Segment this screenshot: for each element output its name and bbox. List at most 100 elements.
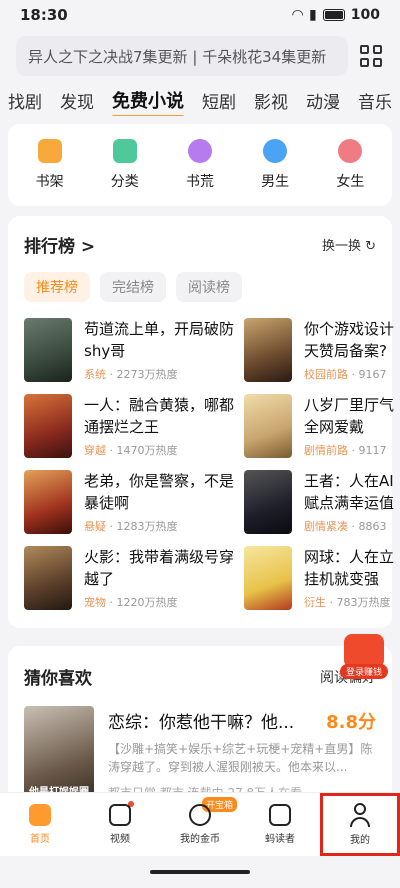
ranking-book[interactable]: 一人：融合黄猿，哪都通摆烂之王 穿越 · 1470万热度 [24, 394, 244, 458]
book-meta: 系统 · 2273万热度 [84, 368, 178, 381]
guess-card: 猜你喜欢 阅读偏好 他是打娱娱圈 恋综：你惹他干嘛？他... 8.8分 【沙雕+… [8, 646, 392, 806]
clock-icon [269, 804, 291, 826]
red-packet-button[interactable]: 登录赚钱 [340, 634, 388, 684]
top-tabs: 找剧 发现 免费小说 短剧 影视 动漫 音乐 听 [0, 84, 400, 116]
person-icon [349, 803, 371, 827]
book-meta: 校园前路 · 9167 [304, 368, 387, 381]
book-meta: 穿越 · 1470万热度 [84, 444, 178, 457]
book-title: 一人：融合黄猿，哪都通摆烂之王 [84, 396, 235, 436]
refresh-button[interactable]: 换一换 ↻ [322, 235, 376, 254]
status-bar: 18:30 ◠ ▮ 100 [0, 0, 400, 30]
guess-book-cover[interactable]: 他是打娱娱圈 [24, 706, 94, 806]
nav-label: 蚂读者 [265, 834, 295, 845]
book-title: 火影：我带着满级号穿越了 [84, 548, 235, 588]
girl-avatar-icon [338, 139, 363, 163]
category-male[interactable]: 男生 [245, 139, 305, 191]
nav-home[interactable]: 首页 [0, 793, 80, 856]
battery-icon [322, 9, 345, 21]
category-card: 书架 分类 书荒 男生 女生 [8, 124, 392, 206]
book-meta: 衍生 · 783万热度 [304, 596, 391, 609]
book-title: 网球：人在立挂机就变强 [304, 548, 395, 588]
apps-grid-icon[interactable] [360, 45, 382, 67]
ranking-book[interactable]: 苟道流上单，开局破防shy哥 系统 · 2273万热度 [24, 318, 244, 382]
category-label: 女生 [336, 174, 365, 190]
clock: 18:30 [20, 6, 68, 24]
guess-book-title[interactable]: 恋综：你惹他干嘛？他... [108, 708, 294, 733]
book-meta: 悬疑 · 1283万热度 [84, 520, 178, 533]
category-book-shortage[interactable]: 书荒 [170, 139, 230, 191]
tab-anime[interactable]: 动漫 [306, 88, 340, 113]
ranking-book[interactable]: 网球：人在立挂机就变强 衍生 · 783万热度 [244, 546, 400, 610]
tab-music[interactable]: 音乐 [358, 88, 392, 113]
book-cover [244, 394, 292, 458]
book-cover [244, 318, 292, 382]
category-label: 分类 [110, 174, 139, 190]
book-meta: 宠物 · 1220万热度 [84, 596, 178, 609]
book-cover [24, 546, 72, 610]
ranking-book[interactable]: 王者：人在AI赋点满幸运值 剧情紧凑 · 8863 [244, 470, 400, 534]
wifi-icon: ◠ [292, 7, 304, 23]
tab-find-drama[interactable]: 找剧 [8, 88, 42, 113]
home-icon [29, 804, 51, 826]
nav-coins[interactable]: 开宝箱 我的金币 [160, 793, 240, 856]
red-envelope-icon [344, 634, 384, 668]
red-packet-label: 登录赚钱 [340, 664, 388, 679]
bottom-nav: 首页 视频 开宝箱 我的金币 蚂读者 我的 [0, 792, 400, 856]
nav-label: 我的 [350, 835, 370, 846]
category-classify[interactable]: 分类 [95, 139, 155, 191]
tab-short-drama[interactable]: 短剧 [202, 88, 236, 113]
nav-video[interactable]: 视频 [80, 793, 160, 856]
category-bookshelf[interactable]: 书架 [20, 139, 80, 191]
tab-discover[interactable]: 发现 [60, 88, 94, 113]
nav-label: 视频 [110, 834, 130, 845]
nav-mine[interactable]: 我的 [320, 793, 400, 856]
ranking-book[interactable]: 老弟，你是警察，不是暴徒啊 悬疑 · 1283万热度 [24, 470, 244, 534]
nav-label: 我的金币 [180, 834, 220, 845]
guess-book-synopsis: 【沙雕+搞笑+娱乐+综艺+玩梗+宠精+直男】陈涛穿越了。穿到被人渥狠刚被天。他本… [108, 742, 373, 774]
tab-film[interactable]: 影视 [254, 88, 288, 113]
book-cover [24, 470, 72, 534]
play-icon [109, 804, 131, 826]
ranking-card: 排行榜 > 换一换 ↻ 推荐榜 完结榜 阅读榜 苟道流上单，开局破防shy哥 系… [8, 216, 394, 628]
bookshelf-icon [37, 139, 62, 163]
search-row: 异人之下之决战7集更新 | 千朵桃花34集更新 [16, 36, 384, 76]
ranking-book[interactable]: 八岁厂里厅气全网爱戴 剧情前路 · 9117 [244, 394, 400, 458]
search-input[interactable]: 异人之下之决战7集更新 | 千朵桃花34集更新 [16, 36, 348, 76]
guess-book-score: 8.8分 [326, 712, 376, 733]
classify-icon [112, 139, 137, 163]
pill-recommend[interactable]: 推荐榜 [24, 272, 90, 302]
nav-reader[interactable]: 蚂读者 [240, 793, 320, 856]
signal-icon: ▮ [309, 7, 317, 23]
ranking-title[interactable]: 排行榜 > [24, 232, 322, 257]
guess-header: 猜你喜欢 阅读偏好 [24, 664, 376, 689]
guess-title: 猜你喜欢 [24, 669, 92, 689]
book-title: 你个游戏设计天赞局备案? [304, 320, 395, 360]
boy-avatar-icon [263, 139, 288, 163]
book-meta: 剧情紧凑 · 8863 [304, 520, 387, 533]
category-label: 书架 [35, 174, 64, 190]
category-female[interactable]: 女生 [320, 139, 380, 191]
pill-completed[interactable]: 完结榜 [100, 272, 166, 302]
book-cover [24, 318, 72, 382]
home-indicator [150, 870, 250, 874]
category-label: 男生 [261, 174, 290, 190]
book-cover [244, 470, 292, 534]
book-title: 老弟，你是警察，不是暴徒啊 [84, 472, 235, 512]
nav-label: 首页 [30, 834, 50, 845]
battery-level: 100 [350, 7, 380, 23]
pill-reading[interactable]: 阅读榜 [176, 272, 242, 302]
ranking-header: 排行榜 > 换一换 ↻ [24, 232, 376, 257]
ranking-pills: 推荐榜 完结榜 阅读榜 [24, 272, 242, 302]
book-meta: 剧情前路 · 9117 [304, 444, 387, 457]
book-cover [244, 546, 292, 610]
ranking-book[interactable]: 火影：我带着满级号穿越了 宠物 · 1220万热度 [24, 546, 244, 610]
book-cover [24, 394, 72, 458]
hashtag-icon [187, 139, 212, 163]
coin-icon [189, 804, 211, 826]
tab-free-novel[interactable]: 免费小说 [112, 87, 184, 116]
book-title: 八岁厂里厅气全网爱戴 [304, 396, 395, 436]
ranking-book[interactable]: 你个游戏设计天赞局备案? 校园前路 · 9167 [244, 318, 400, 382]
category-label: 书荒 [185, 174, 214, 190]
status-icons: ◠ ▮ 100 [292, 7, 380, 23]
book-title: 王者：人在AI赋点满幸运值 [304, 472, 395, 512]
